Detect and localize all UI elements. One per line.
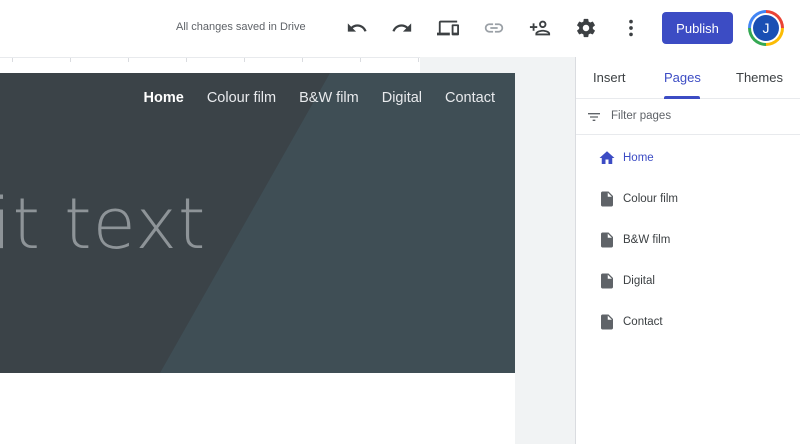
- share-button[interactable]: [526, 14, 554, 42]
- copy-link-button[interactable]: [480, 14, 508, 42]
- page-body: [0, 373, 515, 444]
- undo-icon: [347, 23, 367, 32]
- settings-button[interactable]: [572, 14, 600, 42]
- site-nav: Home Colour film B&W film Digital Contac…: [144, 90, 495, 106]
- editor-ruler: [0, 57, 420, 73]
- gear-icon: [577, 18, 595, 38]
- hero-title[interactable]: it text: [0, 183, 206, 265]
- page-item-label: Colour film: [623, 193, 678, 205]
- hero-section[interactable]: Home Colour film B&W film Digital Contac…: [0, 73, 515, 373]
- account-avatar[interactable]: J: [748, 10, 784, 46]
- more-vert-icon: [629, 19, 633, 37]
- top-toolbar: All changes saved in Drive Publish J: [0, 0, 800, 57]
- tab-pages[interactable]: Pages: [664, 70, 701, 85]
- page-item-label: Home: [623, 152, 654, 164]
- page-icon: [601, 314, 613, 330]
- page-item-colour-film[interactable]: Colour film: [576, 185, 800, 213]
- home-icon: [599, 151, 615, 164]
- filter-icon: [588, 113, 600, 121]
- devices-icon: [437, 20, 459, 36]
- page-item-home[interactable]: Home: [576, 144, 800, 172]
- avatar-initial: J: [753, 15, 779, 41]
- redo-button[interactable]: [388, 14, 416, 42]
- tab-themes[interactable]: Themes: [736, 70, 783, 85]
- nav-item-digital[interactable]: Digital: [382, 90, 422, 106]
- save-status: All changes saved in Drive: [176, 21, 306, 33]
- page-icon: [601, 191, 613, 207]
- nav-item-bw-film[interactable]: B&W film: [299, 90, 359, 106]
- filter-pages[interactable]: Filter pages: [576, 99, 800, 135]
- page-item-label: Digital: [623, 275, 655, 287]
- nav-item-home[interactable]: Home: [144, 90, 184, 106]
- nav-item-colour-film[interactable]: Colour film: [207, 90, 276, 106]
- page-item-bw-film[interactable]: B&W film: [576, 226, 800, 254]
- side-panel: Insert Pages Themes Filter pages Home Co…: [575, 57, 800, 444]
- undo-button[interactable]: [343, 14, 371, 42]
- redo-icon: [392, 23, 412, 32]
- page-item-label: Contact: [623, 316, 663, 328]
- panel-tabs: Insert Pages Themes: [576, 57, 800, 99]
- add-person-icon: [529, 20, 551, 36]
- publish-button[interactable]: Publish: [662, 12, 733, 44]
- more-options-button[interactable]: [617, 14, 645, 42]
- preview-devices-button[interactable]: [434, 14, 462, 42]
- page-item-digital[interactable]: Digital: [576, 267, 800, 295]
- nav-item-contact[interactable]: Contact: [445, 90, 495, 106]
- page-icon: [601, 232, 613, 248]
- page-item-contact[interactable]: Contact: [576, 308, 800, 336]
- tab-insert[interactable]: Insert: [593, 70, 626, 85]
- filter-pages-label: Filter pages: [611, 110, 672, 122]
- link-icon: [484, 23, 504, 33]
- page-item-label: B&W film: [623, 234, 671, 246]
- page-icon: [601, 273, 613, 289]
